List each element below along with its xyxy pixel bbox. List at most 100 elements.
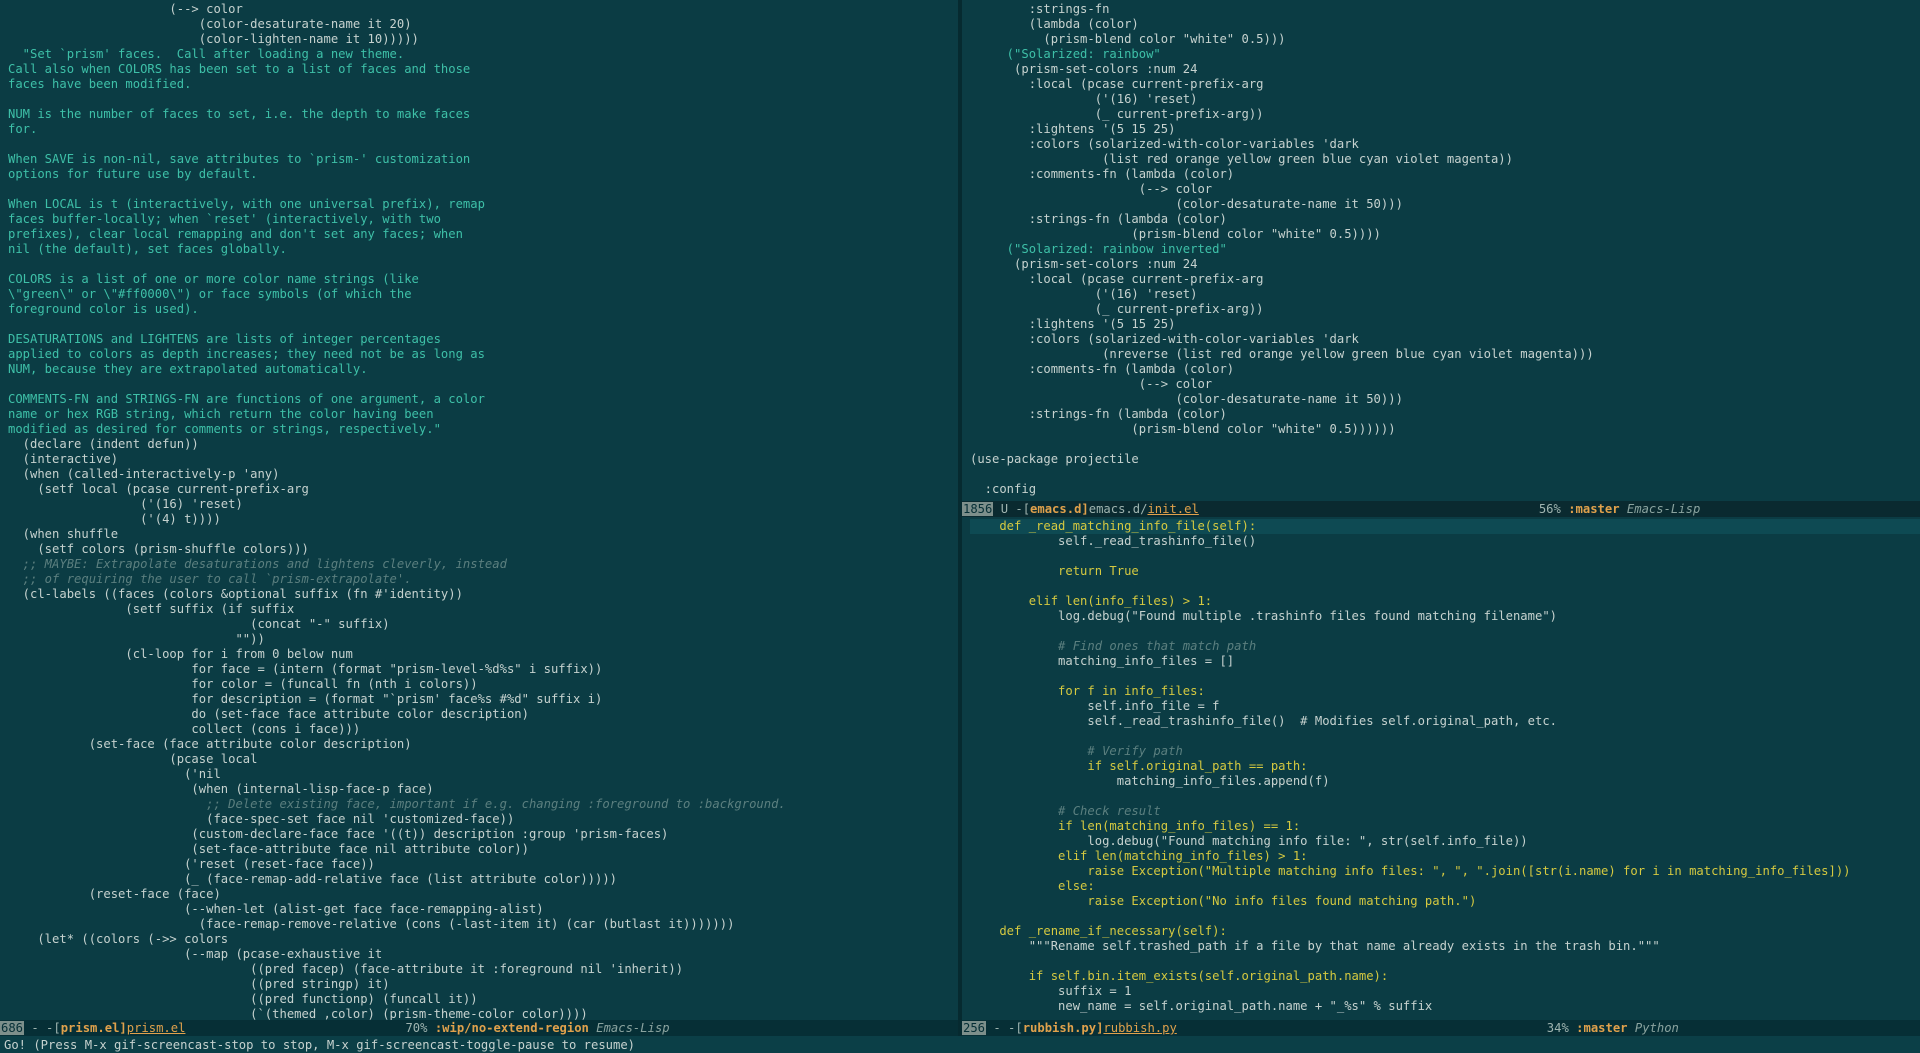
code-line[interactable] bbox=[970, 954, 1920, 969]
code-line[interactable]: (setf suffix (if suffix bbox=[8, 602, 958, 617]
code-line[interactable]: # Find ones that match path bbox=[970, 639, 1920, 654]
code-line[interactable]: foreground color is used). bbox=[8, 302, 958, 317]
code-line[interactable]: :lightens '(5 15 25) bbox=[970, 122, 1920, 137]
modeline-major-mode[interactable]: Emacs-Lisp bbox=[1627, 502, 1700, 516]
code-line[interactable]: "")) bbox=[8, 632, 958, 647]
code-line[interactable]: self.info_file = f bbox=[970, 699, 1920, 714]
code-line[interactable]: (cl-labels ((faces (colors &optional suf… bbox=[8, 587, 958, 602]
code-line[interactable]: :comments-fn (lambda (color) bbox=[970, 167, 1920, 182]
code-line[interactable]: if self.bin.item_exists(self.original_pa… bbox=[970, 969, 1920, 984]
code-line[interactable]: return True bbox=[970, 564, 1920, 579]
code-line[interactable]: matching_info_files = [] bbox=[970, 654, 1920, 669]
code-line[interactable]: # Check result bbox=[970, 804, 1920, 819]
code-line[interactable]: (when (called-interactively-p 'any) bbox=[8, 467, 958, 482]
code-line[interactable]: faces have been modified. bbox=[8, 77, 958, 92]
code-line[interactable]: :strings-fn bbox=[970, 2, 1920, 17]
left-buffer-text[interactable]: (--> color (color-desaturate-name it 20)… bbox=[0, 0, 958, 1020]
code-line[interactable]: (lambda (color) bbox=[970, 17, 1920, 32]
code-line[interactable]: (_ current-prefix-arg)) bbox=[970, 302, 1920, 317]
code-line[interactable]: name or hex RGB string, which return the… bbox=[8, 407, 958, 422]
code-line[interactable]: (--map (pcase-exhaustive it bbox=[8, 947, 958, 962]
code-line[interactable]: elif len(info_files) > 1: bbox=[970, 594, 1920, 609]
code-line[interactable] bbox=[970, 909, 1920, 924]
code-line[interactable]: (_ current-prefix-arg)) bbox=[970, 107, 1920, 122]
code-line[interactable]: def _read_matching_info_file(self): bbox=[970, 519, 1920, 534]
code-line[interactable]: ((pred facep) (face-attribute it :foregr… bbox=[8, 962, 958, 977]
modeline-file-name[interactable]: rubbish.py bbox=[1103, 1021, 1176, 1035]
code-line[interactable]: :local (pcase current-prefix-arg bbox=[970, 77, 1920, 92]
code-line[interactable]: ((pred functionp) (funcall it)) bbox=[8, 992, 958, 1007]
code-line[interactable] bbox=[8, 377, 958, 392]
code-line[interactable]: :colors (solarized-with-color-variables … bbox=[970, 137, 1920, 152]
code-line[interactable]: (prism-blend color "white" 0.5))) bbox=[970, 32, 1920, 47]
code-line[interactable]: (color-lighten-name it 10))))) bbox=[8, 32, 958, 47]
modeline-file-name[interactable]: prism.el bbox=[127, 1021, 186, 1035]
code-line[interactable]: (interactive) bbox=[8, 452, 958, 467]
right-bottom-editor-pane[interactable]: def _read_matching_info_file(self): self… bbox=[962, 517, 1920, 1020]
code-line[interactable]: (--> color bbox=[970, 182, 1920, 197]
code-line[interactable]: (prism-blend color "white" 0.5)))) bbox=[970, 227, 1920, 242]
code-line[interactable]: (concat "-" suffix) bbox=[8, 617, 958, 632]
code-line[interactable]: (custom-declare-face face '((t)) descrip… bbox=[8, 827, 958, 842]
right-bottom-buffer-text[interactable]: def _read_matching_info_file(self): self… bbox=[962, 517, 1920, 1014]
code-line[interactable]: ;; Delete existing face, important if e.… bbox=[8, 797, 958, 812]
code-line[interactable]: :config bbox=[970, 482, 1920, 497]
code-line[interactable]: for face = (intern (format "prism-level-… bbox=[8, 662, 958, 677]
code-line[interactable]: (when shuffle bbox=[8, 527, 958, 542]
modeline-buffer-name[interactable]: emacs.d] bbox=[1030, 502, 1089, 516]
code-line[interactable]: ('(16) 'reset) bbox=[8, 497, 958, 512]
code-line[interactable]: collect (cons i face))) bbox=[8, 722, 958, 737]
modeline-vc-branch[interactable]: :master bbox=[1568, 502, 1619, 516]
code-line[interactable]: :comments-fn (lambda (color) bbox=[970, 362, 1920, 377]
code-line[interactable]: (--> color bbox=[8, 2, 958, 17]
code-line[interactable]: matching_info_files.append(f) bbox=[970, 774, 1920, 789]
code-line[interactable]: (prism-blend color "white" 0.5)))))) bbox=[970, 422, 1920, 437]
code-line[interactable]: (nreverse (list red orange yellow green … bbox=[970, 347, 1920, 362]
code-line[interactable]: raise Exception("Multiple matching info … bbox=[970, 864, 1920, 879]
left-editor-pane[interactable]: (--> color (color-desaturate-name it 20)… bbox=[0, 0, 958, 1020]
code-line[interactable]: (`(themed ,color) (prism-theme-color col… bbox=[8, 1007, 958, 1020]
code-line[interactable]: NUM is the number of faces to set, i.e. … bbox=[8, 107, 958, 122]
code-line[interactable]: When LOCAL is t (interactively, with one… bbox=[8, 197, 958, 212]
code-line[interactable]: Call also when COLORS has been set to a … bbox=[8, 62, 958, 77]
code-line[interactable]: ('reset (reset-face face)) bbox=[8, 857, 958, 872]
code-line[interactable]: (color-desaturate-name it 50))) bbox=[970, 197, 1920, 212]
code-line[interactable]: (face-remap-remove-relative (cons (-last… bbox=[8, 917, 958, 932]
code-line[interactable]: \"green\" or \"#ff0000\") or face symbol… bbox=[8, 287, 958, 302]
code-line[interactable]: (use-package projectile bbox=[970, 452, 1920, 467]
code-line[interactable]: (color-desaturate-name it 20) bbox=[8, 17, 958, 32]
code-line[interactable]: (cl-loop for i from 0 below num bbox=[8, 647, 958, 662]
code-line[interactable]: do (set-face face attribute color descri… bbox=[8, 707, 958, 722]
modeline-buffer-name[interactable]: rubbish.py] bbox=[1023, 1021, 1104, 1035]
code-line[interactable] bbox=[8, 317, 958, 332]
code-line[interactable] bbox=[8, 137, 958, 152]
code-line[interactable]: log.debug("Found matching info file: ", … bbox=[970, 834, 1920, 849]
modeline-prism-el[interactable]: 686 - -[prism.el]prism.el 70% :wip/no-ext… bbox=[0, 1020, 958, 1036]
code-line[interactable]: COMMENTS-FN and STRINGS-FN are functions… bbox=[8, 392, 958, 407]
code-line[interactable]: raise Exception("No info files found mat… bbox=[970, 894, 1920, 909]
code-line[interactable]: if len(matching_info_files) == 1: bbox=[970, 819, 1920, 834]
code-line[interactable]: (color-desaturate-name it 50))) bbox=[970, 392, 1920, 407]
code-line[interactable]: applied to colors as depth increases; th… bbox=[8, 347, 958, 362]
right-top-buffer-text[interactable]: :strings-fn (lambda (color) (prism-blend… bbox=[962, 0, 1920, 497]
code-line[interactable]: (prism-set-colors :num 24 bbox=[970, 257, 1920, 272]
code-line[interactable]: options for future use by default. bbox=[8, 167, 958, 182]
code-line[interactable]: ('(16) 'reset) bbox=[970, 287, 1920, 302]
code-line[interactable] bbox=[8, 92, 958, 107]
code-line[interactable]: ("Solarized: rainbow inverted" bbox=[970, 242, 1920, 257]
code-line[interactable]: (set-face (face attribute color descript… bbox=[8, 737, 958, 752]
code-line[interactable]: for description = (format "`prism' face%… bbox=[8, 692, 958, 707]
code-line[interactable]: suffix = 1 bbox=[970, 984, 1920, 999]
code-line[interactable] bbox=[970, 467, 1920, 482]
code-line[interactable] bbox=[970, 729, 1920, 744]
modeline-major-mode[interactable]: Emacs-Lisp bbox=[596, 1021, 669, 1035]
code-line[interactable]: def _rename_if_necessary(self): bbox=[970, 924, 1920, 939]
code-line[interactable]: :strings-fn (lambda (color) bbox=[970, 407, 1920, 422]
code-line[interactable] bbox=[970, 579, 1920, 594]
code-line[interactable]: (pcase local bbox=[8, 752, 958, 767]
code-line[interactable]: modified as desired for comments or stri… bbox=[8, 422, 958, 437]
code-line[interactable]: (setf local (pcase current-prefix-arg bbox=[8, 482, 958, 497]
modeline-file-name[interactable]: init.el bbox=[1147, 502, 1198, 516]
code-line[interactable]: faces buffer-locally; when `reset' (inte… bbox=[8, 212, 958, 227]
code-line[interactable]: for color = (funcall fn (nth i colors)) bbox=[8, 677, 958, 692]
